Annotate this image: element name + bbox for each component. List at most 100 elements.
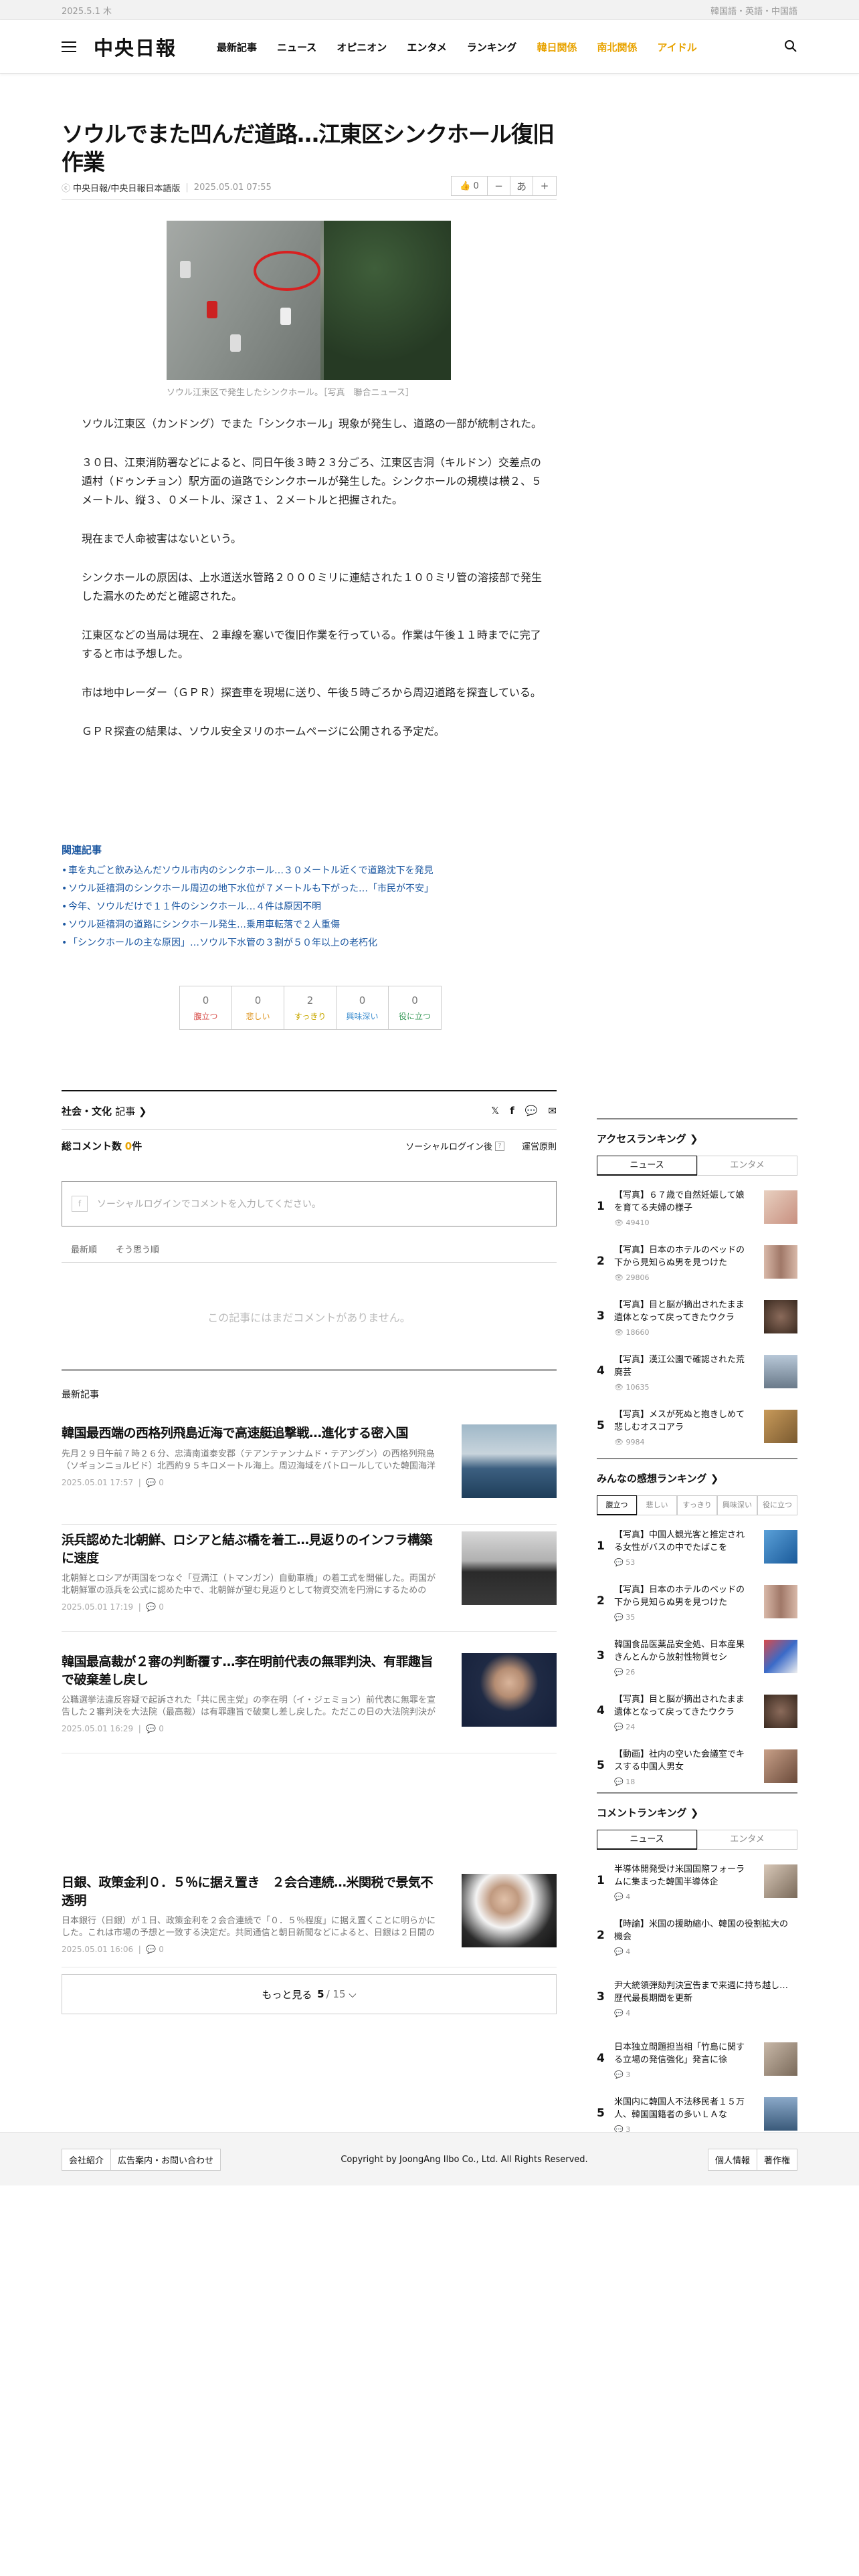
tab-entertainment[interactable]: エンタメ: [697, 1830, 797, 1850]
tab-interesting[interactable]: 興味深い: [717, 1495, 757, 1515]
comment-input[interactable]: f ソーシャルログインでコメントを入力してください。: [62, 1181, 557, 1226]
rank-title[interactable]: 【写真】６７歳で自然妊娠して娘を育てる夫婦の様子: [614, 1189, 748, 1214]
latest-title[interactable]: 浜兵認めた北朝鮮、ロシアと結ぶ橋を着工…見返りのインフラ構築に速度: [62, 1531, 436, 1568]
related-link[interactable]: 車を丸ごと飲み込んだソウル市内のシンクホール…３０メートル近くで道路沈下を発見: [62, 862, 557, 880]
related-link[interactable]: ソウル延禧洞のシンクホール周辺の地下水位が７メートルも下がった…「市民が不安」: [62, 880, 557, 898]
reaction-useful[interactable]: 0 役に立つ: [389, 986, 441, 1029]
nav-idol[interactable]: アイドル: [657, 40, 696, 54]
rank-title[interactable]: 【写真】日本のホテルのベッドの下から見知らぬ男を見つけた: [614, 1244, 748, 1269]
latest-item[interactable]: 日銀、政策金利０．５％に据え置き ２会合連続…米関税で景気不透明 日本銀行（日銀…: [62, 1874, 557, 1967]
tab-angry[interactable]: 腹立つ: [597, 1495, 637, 1515]
ranking-item[interactable]: 2 【写真】日本のホテルのベッドの下から見知らぬ男を見つけた 💬 35: [597, 1576, 797, 1630]
section-breadcrumb[interactable]: 社会・文化 記事 ❯: [62, 1104, 147, 1118]
ranking-item[interactable]: 4 【写真】目と脳が摘出されたまま遺体となって戻ってきたウクラ 💬 24: [597, 1685, 797, 1740]
mail-share-icon[interactable]: ✉: [548, 1105, 557, 1117]
rank-title[interactable]: 半導体開発受け米国国際フォーラムに集まった韓国半導体企: [614, 1863, 748, 1889]
tab-relieved[interactable]: すっきり: [677, 1495, 717, 1515]
nav-north-south[interactable]: 南北関係: [597, 40, 637, 54]
latest-title[interactable]: 韓国最高裁が２審の判断覆す…李在明前代表の無罪判決、有罪趣旨で破棄差し戻し: [62, 1653, 436, 1689]
tab-sad[interactable]: 悲しい: [637, 1495, 677, 1515]
nav-entertainment[interactable]: エンタメ: [407, 40, 447, 54]
language-links[interactable]: 韓国語・英語・中国語: [710, 4, 797, 17]
reaction-interesting[interactable]: 0 興味深い: [337, 986, 389, 1029]
latest-item[interactable]: 浜兵認めた北朝鮮、ロシアと結ぶ橋を着工…見返りのインフラ構築に速度 北朝鮮とロシ…: [62, 1531, 557, 1632]
nav-opinion[interactable]: オピニオン: [337, 40, 387, 54]
rank-thumbnail[interactable]: [764, 1410, 797, 1443]
ranking-item[interactable]: 5 【写真】メスが死ぬと抱きしめて悲しむオスコアラ 👁 9984: [597, 1400, 797, 1455]
nav-latest[interactable]: 最新記事: [217, 40, 257, 54]
ranking-item[interactable]: 2 【写真】日本のホテルのベッドの下から見知らぬ男を見つけた 👁 29806: [597, 1236, 797, 1291]
latest-thumbnail[interactable]: [462, 1424, 557, 1498]
ranking-item[interactable]: 2 【時論】米国の援助縮小、韓国の役割拡大の機会 💬 4: [597, 1910, 797, 1971]
latest-title[interactable]: 韓国最西端の西格列飛島近海で高速艇追撃戦…進化する密入国: [62, 1424, 436, 1442]
emotion-ranking-title[interactable]: みんなの感想ランキング ❯: [597, 1458, 797, 1495]
sort-newest[interactable]: 最新順: [71, 1243, 97, 1255]
rank-title[interactable]: 【写真】漢江公園で確認された荒廃芸: [614, 1354, 748, 1379]
like-button[interactable]: 👍 0: [452, 177, 488, 195]
related-link[interactable]: 「シンクホールの主な原因」…ソウル下水管の３割が５０年以上の老朽化: [62, 934, 557, 952]
tab-news[interactable]: ニュース: [597, 1830, 697, 1850]
font-decrease-button[interactable]: −: [488, 177, 510, 195]
rank-title[interactable]: 【写真】メスが死ぬと抱きしめて悲しむオスコアラ: [614, 1408, 748, 1434]
ranking-item[interactable]: 3 尹大統領弾劾判決宣告まで来週に持ち越し…歴代最長期間を更新 💬 4: [597, 1971, 797, 2033]
help-icon[interactable]: ?: [494, 1141, 504, 1151]
footer-privacy-link[interactable]: 個人情報: [708, 2149, 757, 2170]
access-ranking-title[interactable]: アクセスランキング ❯: [597, 1118, 797, 1156]
rank-thumbnail[interactable]: [764, 1640, 797, 1673]
reaction-sad[interactable]: 0 悲しい: [232, 986, 284, 1029]
rank-thumbnail[interactable]: [764, 1190, 797, 1224]
nav-ranking[interactable]: ランキング: [467, 40, 517, 54]
ranking-item[interactable]: 5 【動画】社内の空いた会議室でキスする中国人男女 💬 18: [597, 1740, 797, 1795]
latest-item[interactable]: 韓国最西端の西格列飛島近海で高速艇追撃戦…進化する密入国 先月２９日午前７時２６…: [62, 1424, 557, 1525]
footer-company-link[interactable]: 会社紹介: [62, 2149, 112, 2170]
rank-thumbnail[interactable]: [764, 1749, 797, 1783]
site-logo[interactable]: 中央日報: [94, 33, 177, 61]
tab-news[interactable]: ニュース: [597, 1156, 697, 1176]
rank-thumbnail[interactable]: [764, 1245, 797, 1279]
sort-agree[interactable]: そう思う順: [116, 1243, 159, 1255]
search-icon[interactable]: [784, 39, 797, 56]
reaction-relieved[interactable]: 2 すっきり: [284, 986, 337, 1029]
latest-item[interactable]: 韓国最高裁が２審の判断覆す…李在明前代表の無罪判決、有罪趣旨で破棄差し戻し 公職…: [62, 1653, 557, 1753]
latest-thumbnail[interactable]: [462, 1874, 557, 1947]
ranking-item[interactable]: 4 日本独立問題担当相「竹島に関する立場の発信強化」発言に徐 💬 3: [597, 2033, 797, 2088]
tab-entertainment[interactable]: エンタメ: [697, 1156, 797, 1176]
nav-korea-japan[interactable]: 韓日関係: [537, 40, 577, 54]
x-share-icon[interactable]: 𝕏: [491, 1105, 499, 1117]
rank-title[interactable]: 【写真】日本のホテルのベッドの下から見知らぬ男を見つけた: [614, 1584, 748, 1609]
latest-thumbnail[interactable]: [462, 1531, 557, 1605]
rank-thumbnail[interactable]: [764, 1585, 797, 1618]
rank-thumbnail[interactable]: [764, 2097, 797, 2131]
policy-link[interactable]: 運営原則: [522, 1140, 557, 1152]
rank-title[interactable]: 【写真】目と脳が摘出されたまま遺体となって戻ってきたウクラ: [614, 1299, 748, 1324]
tab-useful[interactable]: 役に立つ: [757, 1495, 797, 1515]
latest-thumbnail[interactable]: [462, 1653, 557, 1727]
rank-thumbnail[interactable]: [764, 1355, 797, 1388]
comment-ranking-title[interactable]: コメントランキング ❯: [597, 1792, 797, 1830]
nav-news[interactable]: ニュース: [277, 40, 316, 54]
ranking-item[interactable]: 4 【写真】漢江公園で確認された荒廃芸 👁 10635: [597, 1346, 797, 1400]
rank-title[interactable]: 【写真】中国人観光客と推定される女性がバスの中でたばこを: [614, 1529, 748, 1554]
ranking-item[interactable]: 3 韓国食品医薬品安全処、日本産果きんとんから放射性物質セシ 💬 26: [597, 1630, 797, 1685]
font-increase-button[interactable]: +: [533, 177, 556, 195]
facebook-login-icon[interactable]: f: [72, 1196, 88, 1212]
rank-thumbnail[interactable]: [764, 1530, 797, 1564]
rank-thumbnail[interactable]: [764, 1864, 797, 1898]
related-link[interactable]: ソウル延禧洞の道路にシンクホール発生…乗用車転落で２人重傷: [62, 916, 557, 934]
related-link[interactable]: 今年、ソウルだけで１１件のシンクホール…４件は原因不明: [62, 898, 557, 916]
latest-title[interactable]: 日銀、政策金利０．５％に据え置き ２会合連続…米関税で景気不透明: [62, 1874, 436, 1910]
rank-title[interactable]: 日本独立問題担当相「竹島に関する立場の発信強化」発言に徐: [614, 2041, 748, 2066]
rank-thumbnail[interactable]: [764, 1695, 797, 1728]
rank-title[interactable]: 【動画】社内の空いた会議室でキスする中国人男女: [614, 1748, 748, 1774]
footer-copyright-link[interactable]: 著作権: [757, 2149, 797, 2170]
rank-title[interactable]: 韓国食品医薬品安全処、日本産果きんとんから放射性物質セシ: [614, 1638, 748, 1664]
ranking-item[interactable]: 1 【写真】６７歳で自然妊娠して娘を育てる夫婦の様子 👁 49410: [597, 1181, 797, 1236]
rank-title[interactable]: 尹大統領弾劾判決宣告まで来週に持ち越し…歴代最長期間を更新: [614, 1979, 788, 2005]
ranking-item[interactable]: 1 半導体開発受け米国国際フォーラムに集まった韓国半導体企 💬 4: [597, 1855, 797, 1910]
ranking-item[interactable]: 3 【写真】目と脳が摘出されたまま遺体となって戻ってきたウクラ 👁 18660: [597, 1291, 797, 1346]
rank-thumbnail[interactable]: [764, 1300, 797, 1333]
ranking-item[interactable]: 1 【写真】中国人観光客と推定される女性がバスの中でたばこを 💬 53: [597, 1521, 797, 1576]
rank-title[interactable]: 【時論】米国の援助縮小、韓国の役割拡大の機会: [614, 1918, 788, 1943]
reaction-angry[interactable]: 0 腹立つ: [180, 986, 232, 1029]
more-button[interactable]: もっと見る 5/ 15 ⌵: [62, 1974, 557, 2014]
